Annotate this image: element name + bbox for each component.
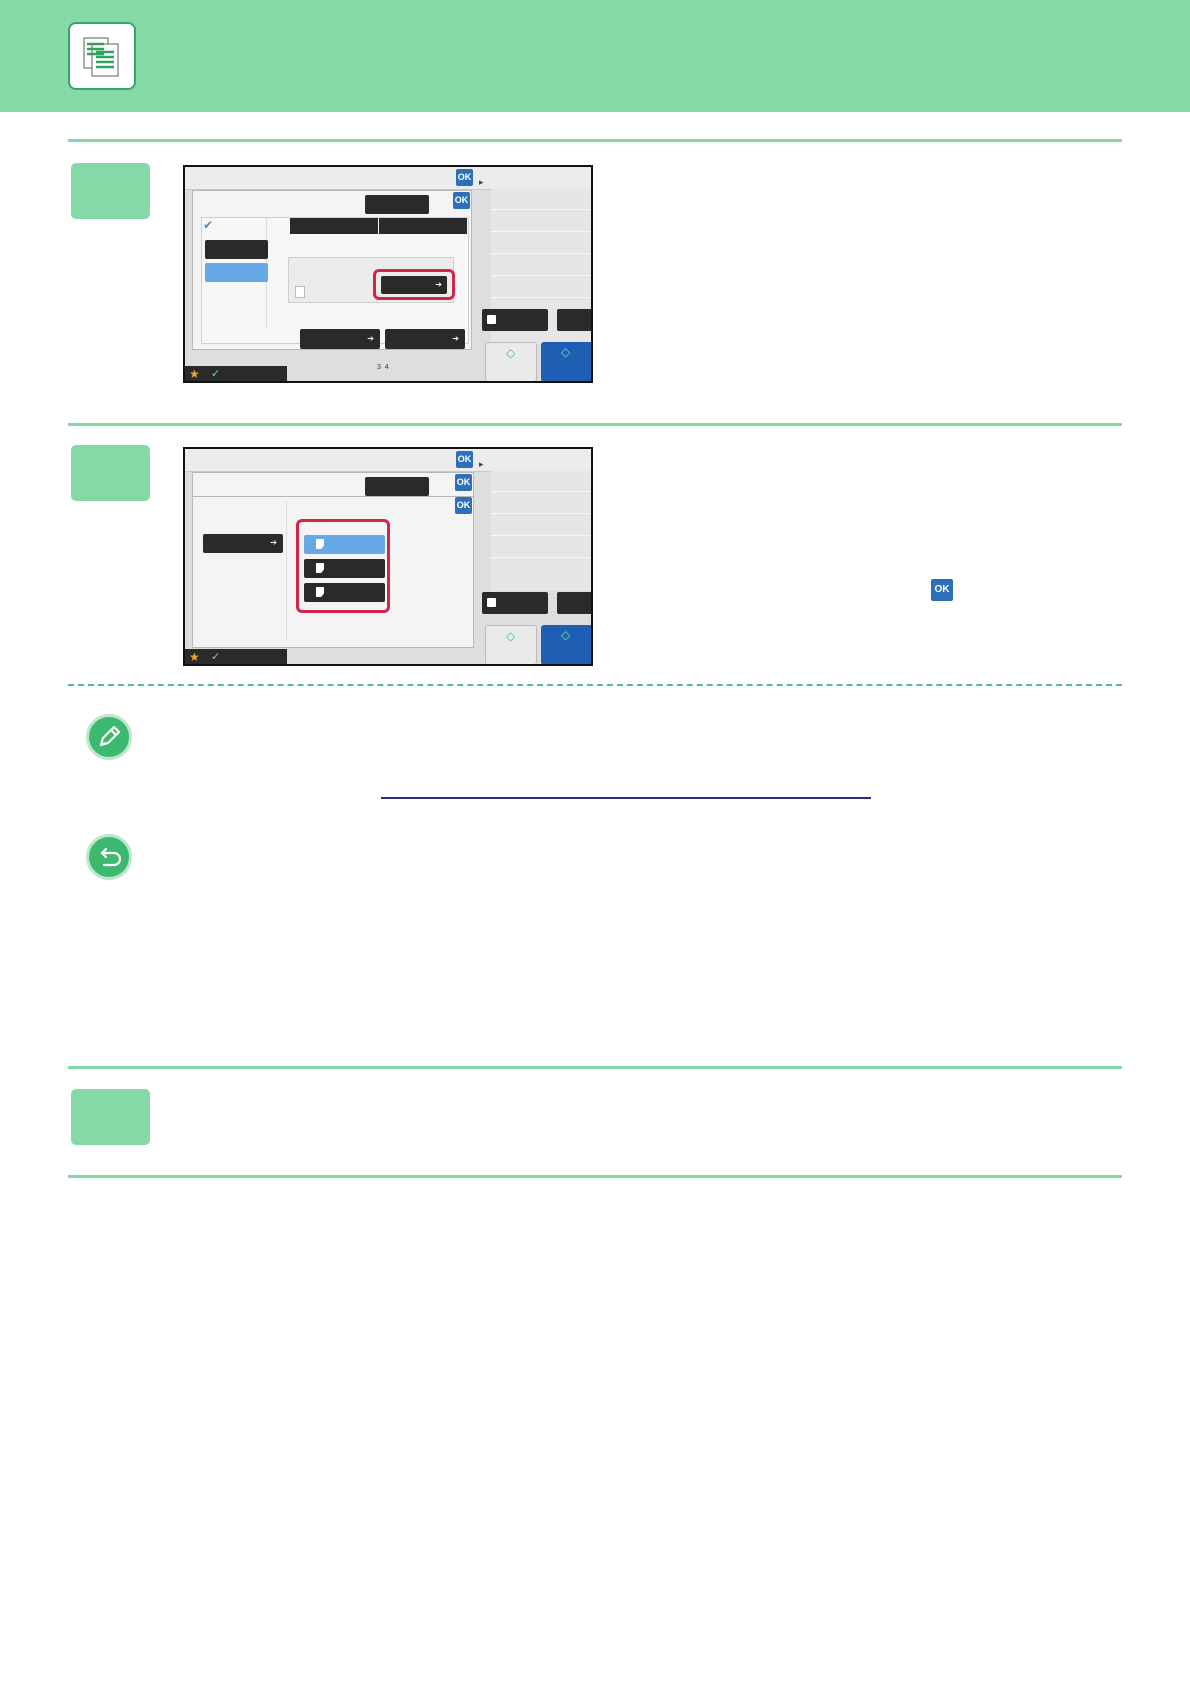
screenshot-step-1: ▸ OK OK ✔ ➔ ➔ ➔ ◇ ◇ ★ ✓ 3 4	[183, 165, 593, 383]
highlight-frame	[296, 519, 390, 613]
dialog-header: OK	[192, 472, 474, 498]
paper-option[interactable]	[304, 559, 385, 578]
checkmark-icon: ✔	[203, 218, 214, 232]
paper-icon	[316, 587, 324, 597]
section-divider	[68, 1175, 1122, 1178]
tab-1[interactable]	[290, 218, 378, 234]
side-button[interactable]	[557, 309, 591, 331]
settings-dialog: OK ✔ ➔ ➔ ➔	[192, 190, 472, 350]
ok-key-icon: OK	[931, 579, 953, 601]
screen-title-bar	[185, 449, 591, 472]
step-number-box	[71, 163, 150, 219]
star-icon[interactable]: ★	[189, 650, 200, 664]
option-button[interactable]	[205, 240, 268, 259]
preview-icon	[487, 315, 496, 324]
arrow-right-icon: ➔	[452, 334, 459, 343]
paper-icon	[295, 286, 305, 298]
paper-icon	[316, 539, 324, 549]
expand-icon[interactable]: ▸	[479, 177, 491, 189]
arrow-right-icon: ➔	[367, 334, 374, 343]
bottom-bar: ★ ✓	[185, 649, 287, 664]
reference-link[interactable]	[381, 797, 871, 799]
step-number-box	[71, 1089, 150, 1145]
tab-2[interactable]	[379, 218, 467, 234]
check-icon[interactable]: ✓	[211, 650, 220, 663]
screen-title-bar	[185, 167, 591, 190]
side-button[interactable]	[557, 592, 591, 614]
ok-button[interactable]: OK	[455, 474, 472, 491]
start-diamond-icon: ◇	[561, 628, 571, 642]
check-icon[interactable]: ✓	[211, 367, 220, 380]
right-panel	[491, 471, 591, 591]
paper-type-select[interactable]: ➔	[203, 534, 283, 553]
header-band	[0, 0, 1190, 112]
preview-icon	[487, 598, 496, 607]
ok-button[interactable]: OK	[456, 169, 473, 186]
return-arrow-icon	[86, 834, 132, 880]
nav-button[interactable]: ➔	[300, 329, 380, 349]
paper-option[interactable]	[304, 583, 385, 602]
highlight-frame: ➔	[373, 269, 455, 300]
arrow-right-icon: ➔	[270, 538, 277, 547]
start-button-blue[interactable]: ◇	[541, 625, 591, 664]
copy-document-icon	[68, 22, 136, 90]
arrow-right-icon: ➔	[435, 280, 442, 289]
dialog-action-button[interactable]	[365, 477, 429, 496]
section-divider	[68, 423, 1122, 426]
option-button-selected[interactable]	[205, 263, 268, 282]
section-divider	[68, 1066, 1122, 1069]
section-divider	[68, 139, 1122, 142]
expand-icon[interactable]: ▸	[479, 459, 491, 471]
pencil-icon	[86, 714, 132, 760]
tray-indicator: 3 4	[377, 364, 389, 371]
ok-button[interactable]: OK	[456, 451, 473, 468]
dialog-action-button[interactable]	[365, 195, 429, 214]
ok-button[interactable]: OK	[455, 497, 472, 514]
start-diamond-icon: ◇	[506, 346, 516, 360]
step-number-box	[71, 445, 150, 501]
preview-button[interactable]	[482, 592, 548, 614]
ok-button[interactable]: OK	[453, 192, 470, 209]
paper-select-button[interactable]: ➔	[381, 276, 447, 294]
start-button-grey[interactable]: ◇	[485, 625, 537, 664]
start-button-blue[interactable]: ◇	[541, 342, 591, 381]
start-diamond-icon: ◇	[506, 629, 516, 643]
screenshot-step-2: ▸ OK OK OK ➔ ◇ ◇ ★ ✓	[183, 447, 593, 666]
paper-option-selected[interactable]	[304, 535, 385, 554]
start-button-grey[interactable]: ◇	[485, 342, 537, 381]
bottom-bar: ★ ✓	[185, 366, 287, 381]
start-diamond-icon: ◇	[561, 345, 571, 359]
paper-type-dialog: OK ➔	[192, 496, 474, 648]
star-icon[interactable]: ★	[189, 367, 200, 381]
preview-button[interactable]	[482, 309, 548, 331]
nav-button[interactable]: ➔	[385, 329, 465, 349]
paper-icon	[316, 563, 324, 573]
dotted-divider	[68, 684, 1122, 686]
